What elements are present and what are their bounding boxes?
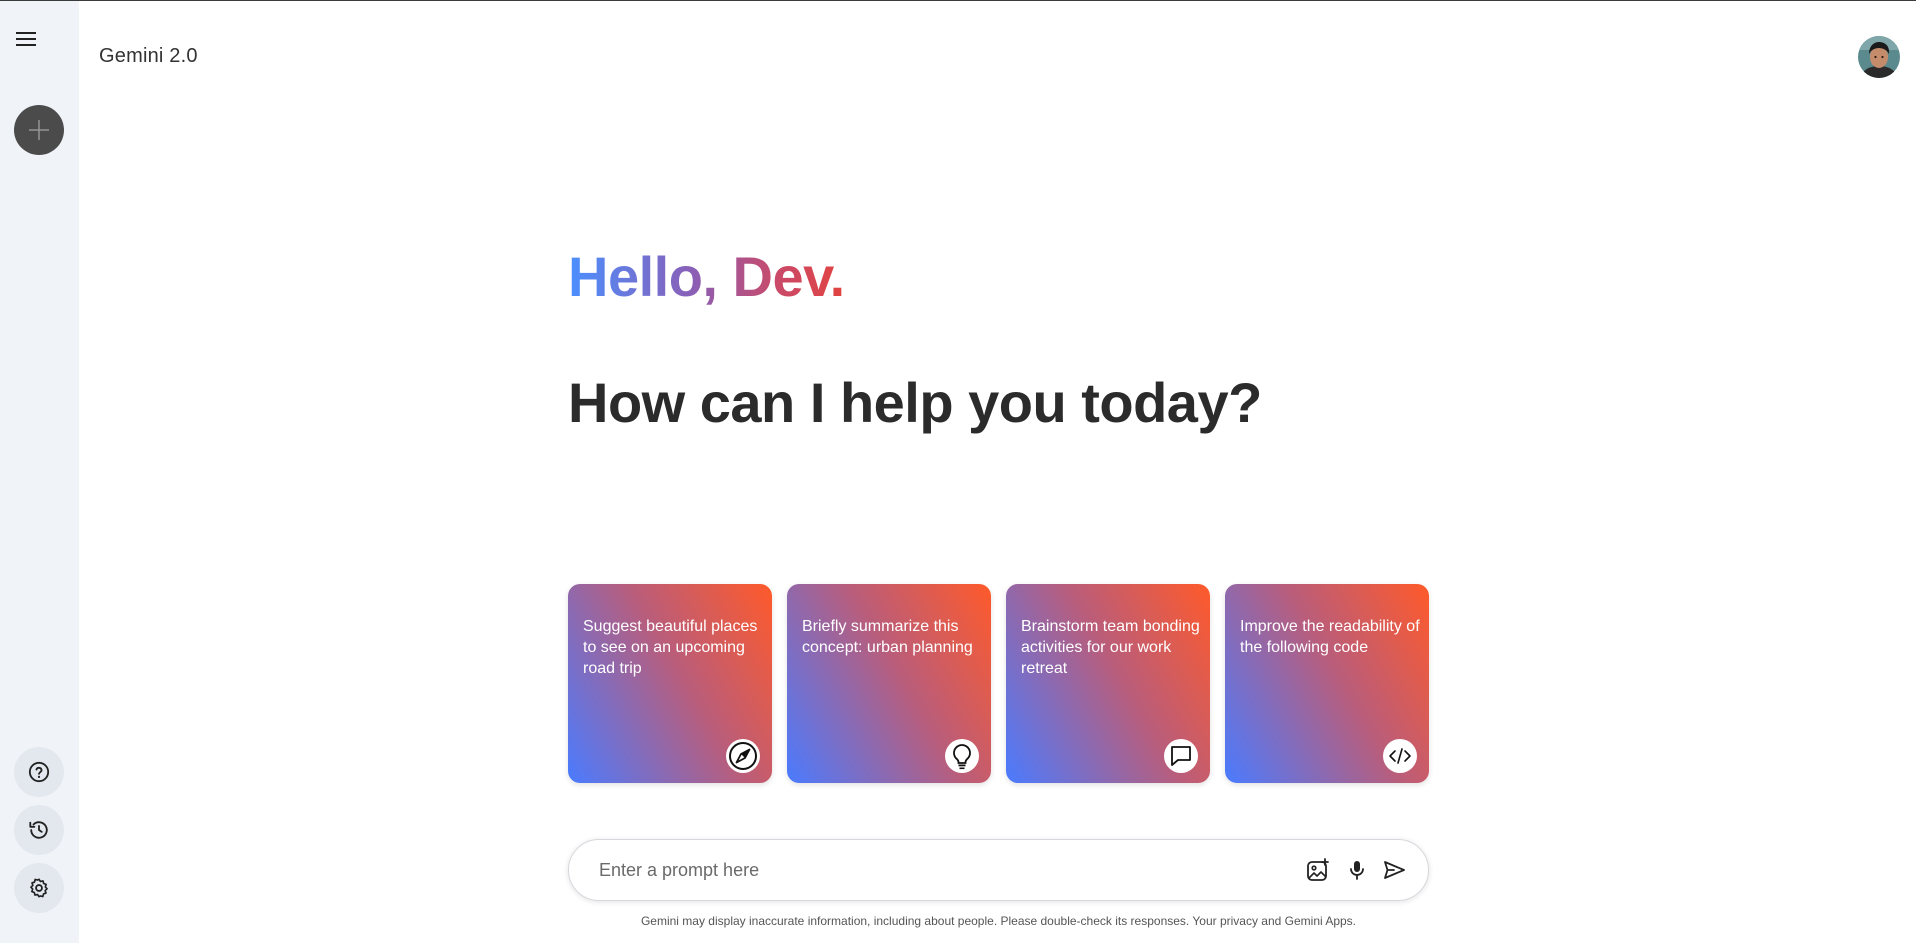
settings-button[interactable] (14, 863, 64, 913)
prompt-input[interactable] (599, 840, 1219, 900)
menu-button[interactable] (10, 23, 42, 55)
suggestion-card-team-bonding[interactable]: Brainstorm team bonding activities for o… (1006, 584, 1210, 783)
compass-icon (726, 739, 760, 773)
suggestion-card-urban-planning[interactable]: Briefly summarize this concept: urban pl… (787, 584, 991, 783)
card-text: Brainstorm team bonding activities for o… (1021, 618, 1200, 677)
prompt-bar (568, 839, 1429, 901)
card-text: Suggest beautiful places to see on an up… (583, 618, 758, 677)
history-icon (29, 821, 48, 839)
disclaimer: Gemini may display inaccurate informatio… (640, 914, 1357, 928)
card-text: Improve the readability of the following… (1240, 618, 1420, 656)
image-upload-icon (1307, 858, 1329, 881)
top-border (0, 0, 1916, 1)
send-button[interactable] (1379, 855, 1409, 885)
send-icon (1384, 861, 1405, 879)
activity-button[interactable] (14, 805, 64, 855)
sidebar (0, 1, 79, 943)
new-chat-button[interactable] (14, 105, 64, 155)
avatar-image (1858, 36, 1900, 78)
plus-icon (29, 120, 49, 140)
help-icon (28, 761, 50, 783)
chat-bubble-icon (1164, 739, 1198, 773)
user-avatar[interactable] (1858, 36, 1900, 78)
image-upload-button[interactable] (1303, 855, 1333, 885)
suggestion-card-road-trip[interactable]: Suggest beautiful places to see on an up… (568, 584, 772, 783)
code-icon (1383, 739, 1417, 773)
lightbulb-icon (945, 739, 979, 773)
microphone-icon (1350, 861, 1364, 880)
app-title: Gemini 2.0 (99, 45, 198, 67)
gear-icon (30, 878, 48, 898)
subtitle: How can I help you today? (568, 371, 1262, 434)
microphone-button[interactable] (1342, 855, 1372, 885)
suggestion-card-code-readability[interactable]: Improve the readability of the following… (1225, 584, 1429, 783)
menu-icon (16, 32, 36, 46)
greeting: Hello, Dev. (568, 241, 845, 313)
help-button[interactable] (14, 747, 64, 797)
card-text: Briefly summarize this concept: urban pl… (802, 618, 973, 656)
